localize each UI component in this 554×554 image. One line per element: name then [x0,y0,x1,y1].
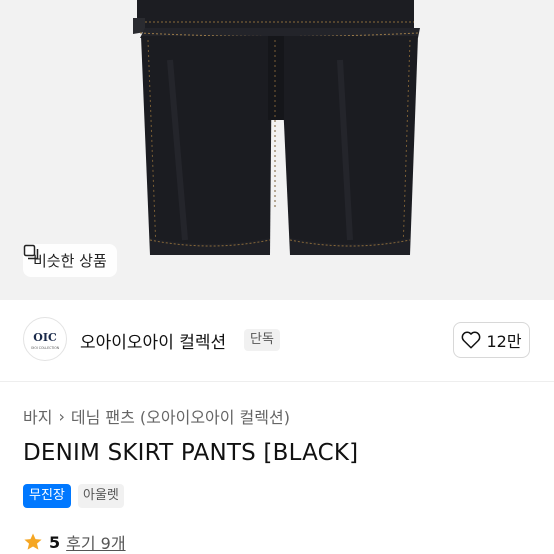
brand-logo[interactable]: OIC OIOI COLLECTION [23,317,67,361]
star-icon [24,533,42,550]
exclusive-badge: 단독 [244,329,280,351]
similar-products-button[interactable]: 비슷한 상품 [23,244,117,277]
svg-text:OIC: OIC [33,331,57,344]
breadcrumb: 바지 › 데님 팬츠 (오아이오아이 컬렉션) [23,404,290,428]
outlet-tag: 아울렛 [78,484,124,508]
product-image[interactable]: 비슷한 상품 [0,0,554,300]
rating-value: 5 [49,532,61,552]
rating-row: 5 후기 9개 [23,530,126,554]
chevron-right-icon: › [58,406,65,426]
heart-icon [462,331,481,349]
svg-text:OIOI COLLECTION: OIOI COLLECTION [31,346,60,350]
like-button[interactable]: 12만 [453,322,530,358]
breadcrumb-subcategory[interactable]: 데님 팬츠 (오아이오아이 컬렉션) [71,404,290,428]
brand-name[interactable]: 오아이오아이 컬렉션 [80,328,226,353]
similar-products-label: 비슷한 상품 [33,252,107,270]
similar-items-icon [23,244,39,260]
breadcrumb-category[interactable]: 바지 [23,404,52,428]
product-title: DENIM SKIRT PANTS [BLACK] [23,440,359,466]
like-count: 12만 [486,332,522,351]
brand-logo-image: OIC OIOI COLLECTION [31,331,60,350]
reviews-link[interactable]: 후기 9개 [66,530,125,554]
store-tag: 무진장 [23,484,71,508]
